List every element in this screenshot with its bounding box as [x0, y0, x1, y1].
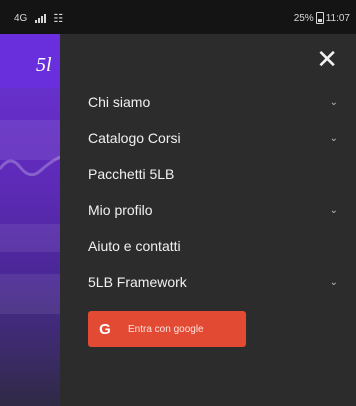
google-icon: G	[99, 320, 111, 338]
clock: 11:07	[325, 12, 350, 24]
menu-item-label: Chi siamo	[88, 94, 151, 110]
menu-item-pacchetti-5lb[interactable]: Pacchetti 5LB	[88, 156, 344, 192]
google-login-button[interactable]: G Entra con google	[88, 311, 246, 347]
battery-level: 25%	[293, 12, 314, 24]
background-logo: 5l	[36, 54, 52, 76]
google-login-label: Entra con google	[128, 323, 204, 335]
menu-item-label: Pacchetti 5LB	[88, 166, 175, 182]
menu-item-catalogo-corsi[interactable]: Catalogo Corsi ⌄	[88, 120, 344, 156]
chevron-down-icon[interactable]: ⌄	[330, 97, 338, 108]
chevron-down-icon[interactable]: ⌄	[330, 133, 338, 144]
menu-item-5lb-framework[interactable]: 5LB Framework ⌄	[88, 264, 344, 300]
status-bar: 4G ☷ 25% 11:07	[0, 0, 356, 34]
menu-item-label: 5LB Framework	[88, 274, 187, 290]
menu-item-chi-siamo[interactable]: Chi siamo ⌄	[88, 84, 344, 120]
chevron-down-icon[interactable]: ⌄	[330, 277, 338, 288]
background-wave	[0, 155, 60, 177]
menu-item-label: Mio profilo	[88, 202, 153, 218]
close-icon[interactable]: ✕	[316, 46, 338, 72]
signal-icon	[35, 14, 47, 23]
drawer-menu: Chi siamo ⌄ Catalogo Corsi ⌄ Pacchetti 5…	[88, 84, 344, 300]
menu-item-mio-profilo[interactable]: Mio profilo ⌄	[88, 192, 344, 228]
battery-icon	[315, 12, 324, 24]
chevron-down-icon[interactable]: ⌄	[330, 205, 338, 216]
navigation-drawer: ✕ Chi siamo ⌄ Catalogo Corsi ⌄ Pacchetti…	[60, 34, 356, 406]
notification-icon: ☷	[53, 13, 64, 25]
background-page: 5l	[0, 34, 60, 406]
menu-item-label: Catalogo Corsi	[88, 130, 181, 146]
background-section	[0, 224, 60, 252]
menu-item-label: Aiuto e contatti	[88, 238, 181, 254]
background-section	[0, 274, 60, 314]
menu-item-aiuto-e-contatti[interactable]: Aiuto e contatti	[88, 228, 344, 264]
network-type: 4G	[14, 13, 28, 24]
